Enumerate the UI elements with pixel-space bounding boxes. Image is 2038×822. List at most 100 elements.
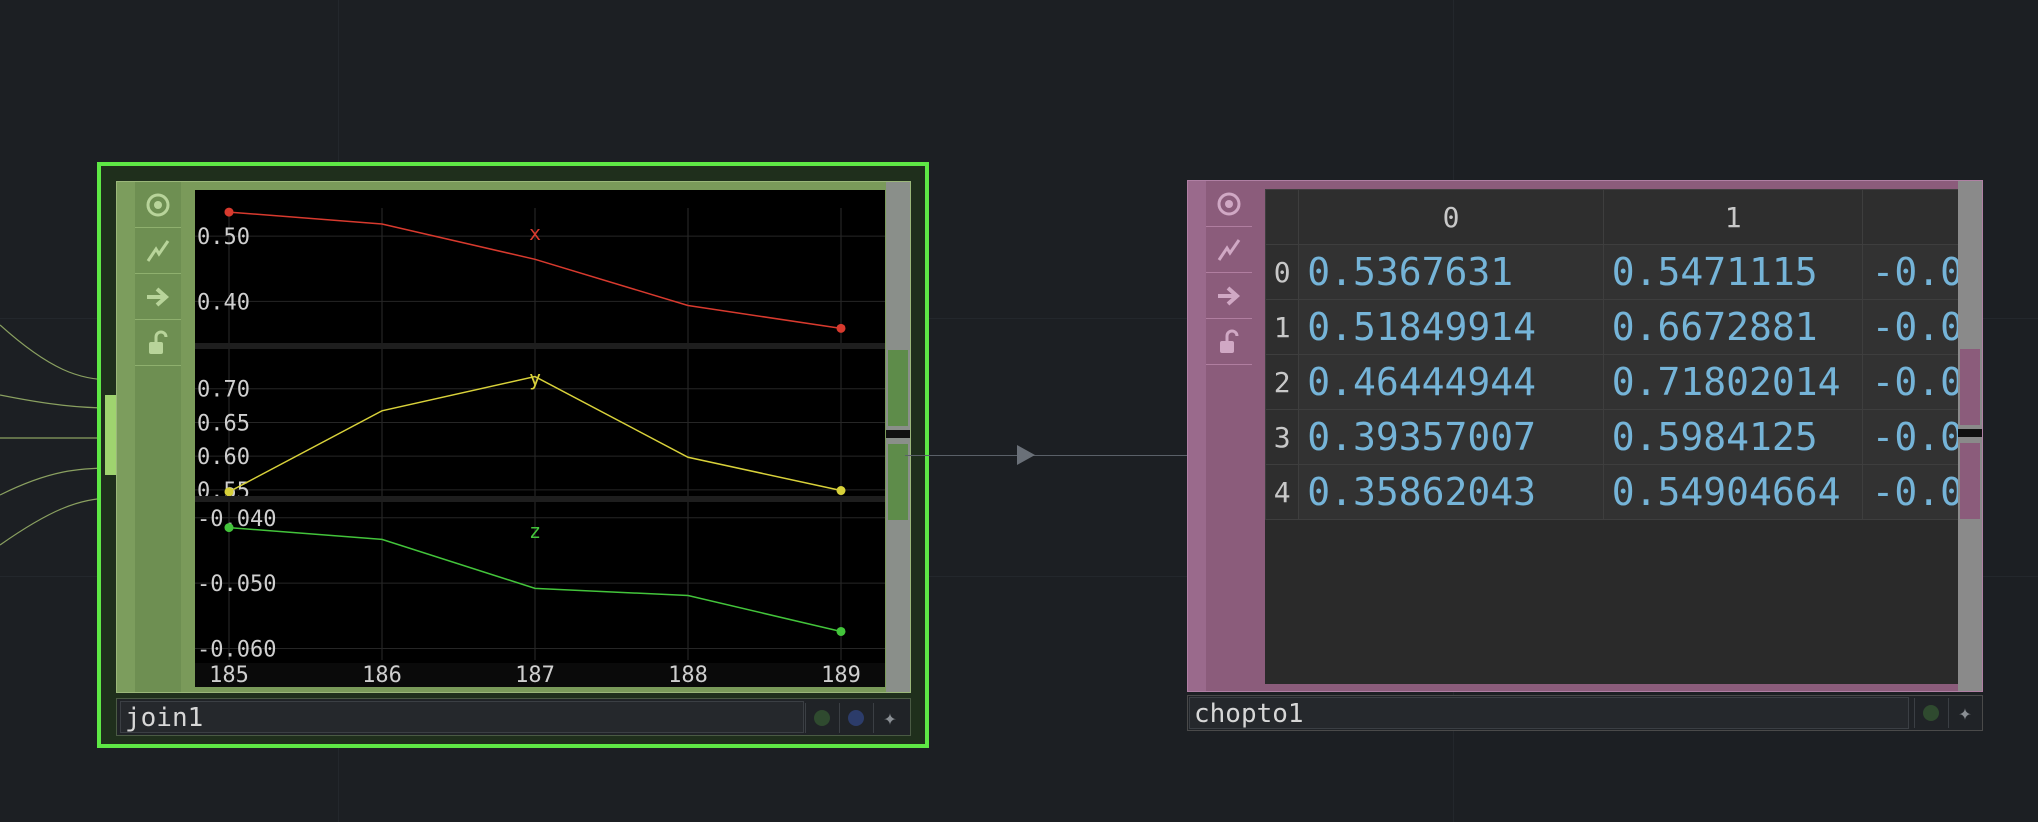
input-strip xyxy=(1188,181,1206,691)
y-tick-label: 0.70 xyxy=(197,378,250,403)
table-row: 0 0.5367631 0.5471115 -0.0 xyxy=(1265,244,1965,300)
panel-divider xyxy=(195,343,885,349)
export-icon xyxy=(147,287,170,306)
viewer-icon xyxy=(146,193,170,216)
output-strip xyxy=(886,182,910,692)
display-flag-button[interactable] xyxy=(839,703,872,733)
bypass-button[interactable] xyxy=(135,228,181,274)
table-cell: 0.71802014 xyxy=(1602,354,1864,410)
series-point xyxy=(224,207,234,217)
series-point xyxy=(836,626,846,636)
table-cell: 0.5367631 xyxy=(1298,244,1604,300)
lock-button[interactable] xyxy=(135,320,181,366)
table-cell: 0.6672881 xyxy=(1602,299,1864,355)
table-cell: 0.54904664 xyxy=(1602,464,1864,520)
table-row: 2 0.46444944 0.71802014 -0.0 xyxy=(1265,354,1965,410)
channel-label: y xyxy=(529,366,541,390)
cook-flag-button[interactable] xyxy=(805,703,838,733)
y-tick-label: -0.060 xyxy=(197,637,276,662)
join-node-body[interactable]: 0.50 0.40 x 0.70 0.65 0.60 0.55 y -0.040 -0.050 -0… xyxy=(116,181,911,693)
export-button[interactable] xyxy=(1206,273,1252,319)
node-side-toolbar xyxy=(135,182,181,692)
channel-label: x xyxy=(529,221,541,245)
render-flag-button[interactable]: ✦ xyxy=(873,703,906,733)
arrow-icon xyxy=(1017,445,1035,465)
x-tick-label: 185 xyxy=(209,663,249,687)
bypass-icon xyxy=(1217,238,1241,261)
viewer-toggle-button[interactable] xyxy=(1206,181,1252,227)
viewer-toggle-button[interactable] xyxy=(135,182,181,228)
column-header: 0 xyxy=(1298,189,1604,245)
node-name-field[interactable]: join1 xyxy=(120,701,804,733)
bypass-icon xyxy=(146,239,170,262)
x-tick-label: 186 xyxy=(362,663,402,687)
output-strip xyxy=(1958,181,1982,691)
render-flag-button[interactable]: ✦ xyxy=(1948,698,1981,728)
table-row: 4 0.35862043 0.54904664 -0.0 xyxy=(1265,464,1965,520)
y-tick-label: 0.50 xyxy=(197,225,250,250)
corner-cell xyxy=(1265,189,1300,245)
table-cell: -0.0 xyxy=(1862,409,1965,465)
bypass-button[interactable] xyxy=(1206,227,1252,273)
output-connector-1[interactable] xyxy=(1960,349,1980,425)
table-cell: -0.0 xyxy=(1862,299,1965,355)
output-connector-1[interactable] xyxy=(888,350,908,426)
join-node[interactable]: 0.50 0.40 x 0.70 0.65 0.60 0.55 y -0.040 -0.050 -0… xyxy=(97,162,929,748)
lock-icon xyxy=(1220,329,1239,353)
cook-dot-icon xyxy=(814,710,830,726)
table-cell: 0.46444944 xyxy=(1298,354,1604,410)
star-icon: ✦ xyxy=(883,705,897,731)
series-point xyxy=(836,323,846,333)
node-footer: join1 ✦ xyxy=(116,698,911,736)
y-tick-label: 0.40 xyxy=(197,290,250,315)
chopto-node[interactable]: 0 1 0 0.5367631 0.5471115 -0.0 1 0.51849… xyxy=(1187,180,1983,692)
node-name-field[interactable]: chopto1 xyxy=(1189,697,1909,729)
export-button[interactable] xyxy=(135,274,181,320)
series-point xyxy=(224,523,234,533)
x-tick-label: 188 xyxy=(668,663,708,687)
series-point xyxy=(836,486,846,496)
column-header: 1 xyxy=(1602,189,1864,245)
cook-dot-icon xyxy=(1923,705,1939,721)
row-index: 2 xyxy=(1265,354,1300,410)
node-side-toolbar xyxy=(1206,181,1252,691)
channel-viewer: 0.50 0.40 x 0.70 0.65 0.60 0.55 y -0.040 -0.050 -0… xyxy=(195,190,885,687)
x-tick-label: 189 xyxy=(821,663,861,687)
channel-label: z xyxy=(529,519,541,543)
table-cell: 0.51849914 xyxy=(1298,299,1604,355)
table-cell: 0.35862043 xyxy=(1298,464,1604,520)
display-dot-icon xyxy=(848,710,864,726)
table-cell: -0.0 xyxy=(1862,354,1965,410)
table-header-row: 0 1 xyxy=(1265,189,1965,245)
y-tick-label: 0.60 xyxy=(197,445,250,470)
table-viewer: 0 1 0 0.5367631 0.5471115 -0.0 1 0.51849… xyxy=(1265,189,1965,684)
row-index: 3 xyxy=(1265,409,1300,465)
table-cell: -0.0 xyxy=(1862,244,1965,300)
y-tick-label: -0.050 xyxy=(197,572,276,597)
node-footer: chopto1 ✦ xyxy=(1187,695,1983,731)
table-cell: 0.5984125 xyxy=(1602,409,1864,465)
y-tick-label: 0.65 xyxy=(197,411,250,436)
table-cell: -0.0 xyxy=(1862,464,1965,520)
table-row: 1 0.51849914 0.6672881 -0.0 xyxy=(1265,299,1965,355)
table-cell: 0.5471115 xyxy=(1602,244,1864,300)
channel-chart: 0.500.40x0.700.650.600.55y-0.040-0.050-0… xyxy=(195,207,885,687)
x-tick-label: 187 xyxy=(515,663,555,687)
table-cell: 0.39357007 xyxy=(1298,409,1604,465)
row-index: 0 xyxy=(1265,244,1300,300)
lock-button[interactable] xyxy=(1206,319,1252,365)
row-index: 1 xyxy=(1265,299,1300,355)
star-icon: ✦ xyxy=(1958,700,1972,726)
export-icon xyxy=(1218,286,1241,305)
viewer-icon xyxy=(1217,192,1241,215)
table-row: 3 0.39357007 0.5984125 -0.0 xyxy=(1265,409,1965,465)
input-strip xyxy=(117,182,135,692)
column-header xyxy=(1862,189,1965,245)
output-connector-2[interactable] xyxy=(1960,443,1980,519)
cook-flag-button[interactable] xyxy=(1914,698,1947,728)
panel-divider xyxy=(195,496,885,502)
series-point xyxy=(224,487,234,497)
lock-icon xyxy=(149,330,168,354)
connection-wire[interactable] xyxy=(905,455,1187,456)
row-index: 4 xyxy=(1265,464,1300,520)
